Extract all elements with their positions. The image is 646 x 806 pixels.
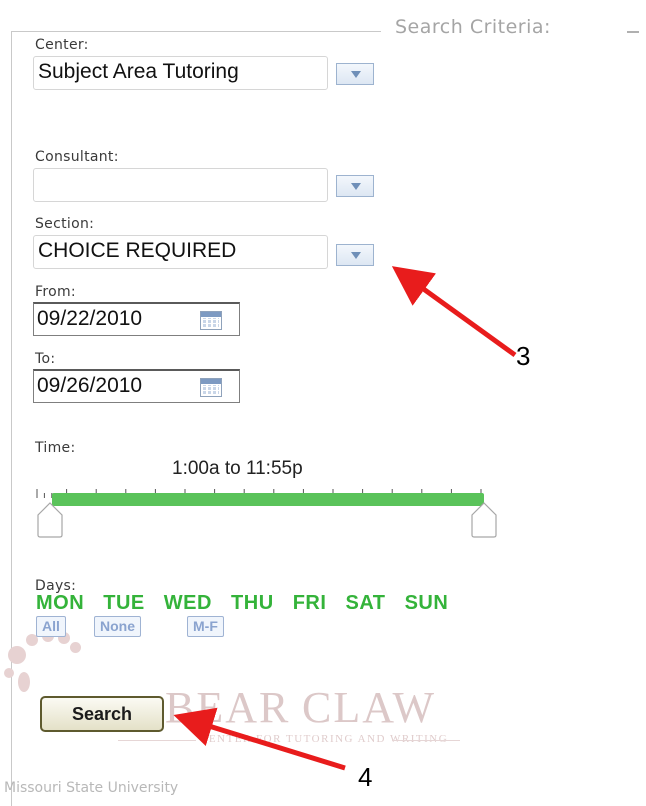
- annotation-arrows: [173, 266, 517, 771]
- arrow-4: [173, 707, 346, 771]
- callout-3: 3: [516, 341, 531, 371]
- callout-4: 4: [358, 762, 373, 792]
- arrow-3: [391, 266, 517, 358]
